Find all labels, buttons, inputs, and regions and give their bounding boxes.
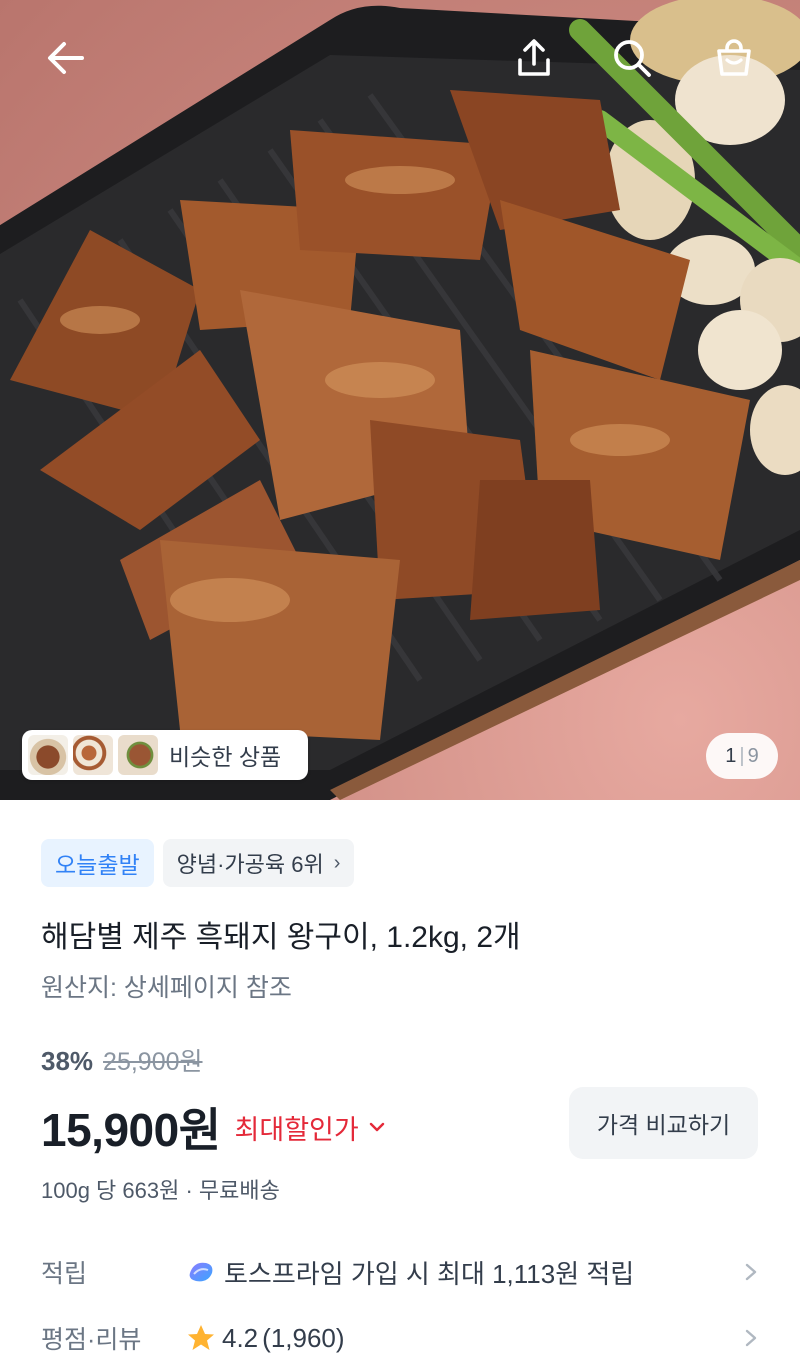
rating-row-label: 평점·리뷰 [41, 1326, 142, 1354]
discount-rate: 38% [41, 1046, 94, 1076]
similar-products-button[interactable]: 비슷한 상품 [22, 730, 308, 780]
page-total: 9 [747, 744, 759, 767]
original-price: 25,900원 [103, 1048, 203, 1076]
unit-price-shipping: 100g 당 663원 · 무료배송 [41, 1178, 280, 1203]
chevron-right-icon [739, 1327, 759, 1349]
rating-score: 4.2 [222, 1322, 259, 1353]
review-count: (1,960) [262, 1322, 345, 1353]
chevron-right-icon: › [333, 851, 341, 874]
price-row: 15,900원 최대할인가 [41, 1094, 387, 1160]
sale-price: 15,900원 [41, 1104, 221, 1156]
similar-product-thumbnail [118, 735, 158, 775]
search-icon[interactable] [608, 34, 656, 82]
page-separator: | [739, 744, 745, 767]
rating-review-row[interactable]: 평점·리뷰 4.2 (1,960) [41, 1316, 759, 1360]
delivery-badge: 오늘출발 [41, 839, 154, 887]
discount-row: 38% 25,900원 [41, 1042, 203, 1078]
star-icon [188, 1325, 214, 1350]
badge-row: 오늘출발 양념·가공육 6위 › [41, 839, 355, 887]
similar-product-thumbnail [28, 735, 68, 775]
max-discount-label: 최대할인가 [234, 1114, 359, 1145]
toss-prime-icon [189, 1262, 213, 1282]
category-rank-label: 양념·가공육 6위 [176, 852, 324, 877]
product-origin: 원산지: 상세페이지 참조 [41, 974, 292, 1002]
page-current: 1 [725, 744, 737, 767]
product-image-gallery[interactable]: 비슷한 상품 1 | 9 [0, 0, 800, 800]
chevron-right-icon [739, 1261, 759, 1283]
points-row-label: 적립 [41, 1260, 88, 1288]
share-icon[interactable] [510, 34, 558, 82]
back-icon[interactable] [42, 34, 90, 82]
similar-products-label: 비슷한 상품 [169, 744, 282, 770]
cart-icon[interactable] [710, 34, 758, 82]
points-row[interactable]: 적립 토스프라임 가입 시 최대 1,113원 적립 [41, 1250, 759, 1294]
product-photo [0, 0, 800, 800]
product-title: 해담별 제주 흑돼지 왕구이, 1.2kg, 2개 [41, 921, 521, 954]
category-rank-badge[interactable]: 양념·가공육 6위 › [162, 839, 355, 887]
compare-price-button[interactable]: 가격 비교하기 [569, 1087, 758, 1159]
image-page-indicator: 1 | 9 [706, 733, 778, 779]
chevron-down-icon [369, 1122, 384, 1132]
max-discount-toggle[interactable]: 최대할인가 [235, 1108, 387, 1147]
similar-product-thumbnail [73, 735, 113, 775]
points-row-value: 토스프라임 가입 시 최대 1,113원 적립 [224, 1258, 635, 1289]
